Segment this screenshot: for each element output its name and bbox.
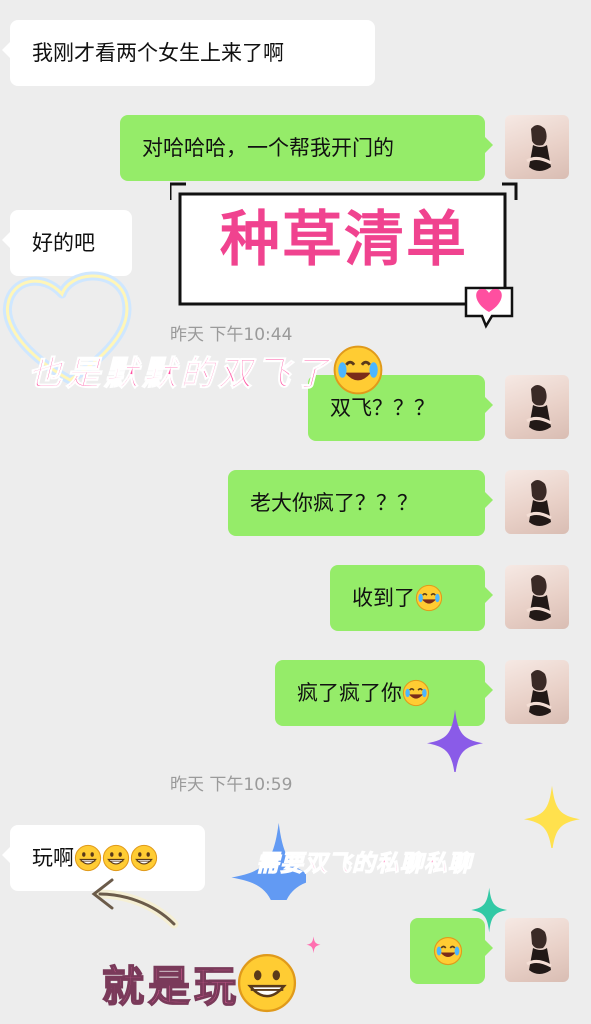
message-bubble-incoming[interactable]: 我刚才看两个女生上来了啊: [2, 20, 375, 86]
avatar[interactable]: [505, 470, 569, 534]
message-text: 玩啊: [32, 845, 74, 870]
message-text: 疯了疯了你: [297, 680, 402, 705]
face-with-tears-of-joy-emoji: [415, 584, 443, 612]
avatar[interactable]: [505, 565, 569, 629]
avatar[interactable]: [505, 660, 569, 724]
message-bubble-outgoing[interactable]: 对哈哈哈，一个帮我开门的: [120, 115, 493, 181]
grinning-face-emoji: [74, 844, 102, 872]
timestamp: 昨天 下午10:44: [170, 325, 293, 345]
caption-text: 就是玩: [101, 961, 241, 1012]
sparkle-icon: [522, 776, 582, 848]
grinning-face-emoji: [236, 952, 298, 1014]
caption-double: 也是默默的双飞了: [28, 344, 384, 396]
message-bubble-outgoing[interactable]: 老大你疯了？？？: [228, 470, 493, 536]
face-with-tears-of-joy-emoji: [332, 344, 384, 396]
message-text: 老大你疯了？？？: [250, 490, 418, 515]
title-frame: 种草清单: [170, 182, 518, 329]
avatar[interactable]: [505, 115, 569, 179]
avatar-photo: [526, 670, 552, 716]
message-bubble-outgoing[interactable]: 收到了: [330, 565, 493, 631]
caption-just-play: 就是玩: [101, 952, 298, 1014]
sparkle-icon: [425, 700, 485, 772]
message-text: 对哈哈哈，一个帮我开门的: [142, 135, 394, 160]
heart-icon: [464, 286, 514, 329]
grinning-face-emoji: [130, 844, 158, 872]
grinning-face-emoji: [102, 844, 130, 872]
message-text: 收到了: [352, 585, 415, 610]
sparkle-icon: [470, 880, 518, 940]
avatar[interactable]: [505, 375, 569, 439]
avatar-photo: [526, 385, 552, 431]
arrow-icon: [91, 878, 179, 929]
message-text: 双飞？？？: [330, 395, 435, 420]
avatar-photo: [526, 480, 552, 526]
caption-private-chat: 需要双飞的私聊私聊: [256, 850, 472, 878]
message-text: 我刚才看两个女生上来了啊: [32, 40, 284, 65]
message-text: 好的吧: [32, 230, 95, 255]
caption-text: 也是默默的双飞了: [28, 353, 332, 394]
sparkle-icon: [306, 934, 336, 970]
avatar-photo: [526, 125, 552, 171]
timestamp: 昨天 下午10:59: [170, 775, 293, 795]
overlay-title: 种草清单: [220, 205, 468, 275]
face-with-tears-of-joy-emoji: [433, 936, 463, 966]
avatar-photo: [526, 575, 552, 621]
